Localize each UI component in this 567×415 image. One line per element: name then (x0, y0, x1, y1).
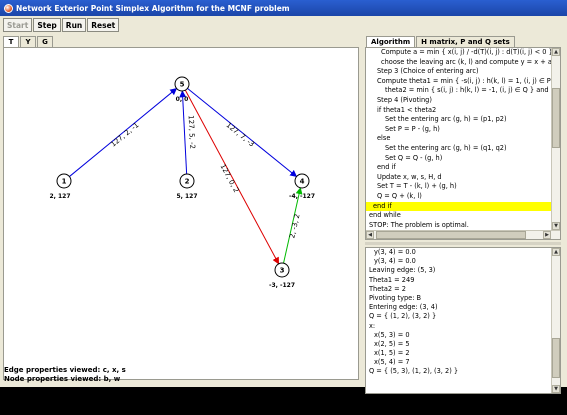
output-line: x(1, 5) = 2 (374, 349, 410, 358)
node-id-5: 5 (180, 81, 185, 89)
edge-label-5-4: 127, 7, -3 (224, 121, 255, 148)
output-line: x(5, 3) = 0 (374, 330, 410, 339)
output-line: Entering edge: (3, 4) (369, 303, 438, 312)
output-vertical-scrollbar[interactable]: ▲ ▼ (551, 248, 560, 393)
output-line: x(2, 5) = 5 (374, 339, 410, 348)
algorithm-line: end if (377, 163, 396, 172)
tab-y[interactable]: Y (20, 36, 36, 47)
node-label-1: 2, 127 (49, 193, 70, 200)
network-graph: 127, 2, -1 127, 5, -2 127, 7, -3 127, 0, 2 2… (49, 76, 315, 289)
algorithm-line: Compute theta1 = min { -s(i, j) : h(k, l… (377, 76, 558, 85)
algorithm-line: choose the leaving arc (k, l) and comput… (381, 57, 557, 66)
output-log: y(3, 4) = 0.0 y(3, 4) = 0.0 Leaving edge: … (366, 248, 560, 377)
algorithm-panel[interactable]: Compute a = min { x(i, j) / -d(T)(i, j) … (365, 47, 561, 240)
algorithm-line: end while (369, 211, 401, 220)
algorithm-line: if theta1 < theta2 (377, 105, 437, 114)
info-tabs: Algorithm H matrix, P and Q sets (366, 36, 515, 47)
output-line: x(5, 4) = 7 (374, 358, 410, 367)
output-line: Leaving edge: (5, 3) (369, 266, 436, 275)
tab-algorithm[interactable]: Algorithm (366, 36, 416, 47)
scroll-left-icon[interactable]: ◀ (366, 231, 374, 239)
algorithm-line: Set Q = Q - (g, h) (385, 153, 443, 162)
app-icon (4, 3, 13, 13)
scroll-up-icon[interactable]: ▲ (552, 248, 560, 256)
toolbar: Start Step Run Reset (3, 18, 120, 32)
node-id-1: 1 (62, 178, 67, 186)
edge-2-5[interactable] (179, 90, 188, 175)
node-properties-status: Node properties viewed: b, w (4, 375, 121, 383)
output-line: Theta1 = 249 (369, 275, 415, 284)
output-line: Theta2 = 2 (369, 284, 406, 293)
algorithm-code: Compute a = min { x(i, j) / -d(T)(i, j) … (366, 48, 560, 239)
output-line: Q = { (1, 2), (3, 2) } (369, 312, 437, 321)
edge-label-2-5: 127, 5, -2 (187, 115, 197, 149)
algorithm-line: Set P = P - (g, h) (385, 124, 440, 133)
output-line: y(3, 4) = 0.0 (374, 257, 416, 266)
algorithm-line: Set the entering arc (g, h) = (q1, q2) (385, 143, 507, 152)
algorithm-line: Update x, w, s, H, d (377, 172, 442, 181)
graph-view-tabs: T Y G (3, 36, 53, 47)
output-line: Q = { (5, 3), (1, 2), (3, 2) } (369, 367, 459, 376)
window-title: Network Exterior Point Simplex Algorithm… (16, 3, 290, 13)
algorithm-line: Compute a = min { x(i, j) / -d(T)(i, j) … (381, 48, 553, 56)
node-id-4: 4 (300, 178, 305, 186)
scroll-down-icon[interactable]: ▼ (552, 385, 560, 393)
algorithm-line: STOP: The problem is optimal. (369, 220, 469, 229)
tab-h-matrix[interactable]: H matrix, P and Q sets (416, 36, 515, 47)
scroll-thumb[interactable] (552, 88, 560, 148)
split-pane-divider[interactable] (365, 242, 561, 245)
edge-label-1-5: 127, 2, -1 (109, 121, 140, 149)
algorithm-line: Set T = T - (k, l) + (g, h) (377, 182, 457, 191)
algorithm-vertical-scrollbar[interactable]: ▲ ▼ (551, 48, 560, 239)
run-button[interactable]: Run (61, 18, 87, 32)
output-line: x: (369, 321, 376, 330)
start-button[interactable]: Start (3, 18, 33, 32)
node-label-2: 5, 127 (176, 193, 197, 200)
algorithm-line: Step 4 (Pivoting) (377, 95, 432, 104)
algorithm-line: Step 3 (Choice of entering arc) (377, 67, 479, 76)
edge-properties-status: Edge properties viewed: c, x, s (4, 366, 126, 374)
tab-t[interactable]: T (3, 36, 19, 47)
scroll-thumb[interactable] (552, 338, 560, 378)
tab-g[interactable]: G (37, 36, 53, 47)
scroll-up-icon[interactable]: ▲ (552, 48, 560, 56)
algorithm-horizontal-scrollbar[interactable]: ◀ ▶ (366, 230, 560, 239)
node-label-5: 0, 0 (176, 96, 189, 103)
algorithm-line: Q = Q + (k, l) (377, 191, 422, 200)
graph-canvas[interactable]: 127, 2, -1 127, 5, -2 127, 7, -3 127, 0, 2 2… (3, 47, 359, 380)
output-line: y(3, 4) = 0.0 (374, 248, 416, 256)
node-id-2: 2 (185, 178, 190, 186)
step-button[interactable]: Step (33, 18, 61, 32)
scroll-down-icon[interactable]: ▼ (552, 222, 560, 230)
node-label-3: -3, -127 (269, 282, 295, 289)
hscroll-thumb[interactable] (376, 231, 526, 239)
algorithm-line: else (377, 134, 391, 143)
main-window: Start Step Run Reset T Y G 127, 2, -1 127… (0, 16, 567, 394)
output-line: Pivoting type: B (369, 293, 422, 302)
reset-button[interactable]: Reset (87, 18, 120, 32)
title-bar: Network Exterior Point Simplex Algorithm… (0, 0, 567, 16)
node-id-3: 3 (280, 267, 285, 275)
output-log-panel[interactable]: y(3, 4) = 0.0 y(3, 4) = 0.0 Leaving edge: … (365, 247, 561, 394)
algorithm-line: end if (366, 201, 560, 212)
edge-label-3-4: 2, -3, 2 (288, 213, 301, 239)
edge-label-5-3: 127, 0, 2 (218, 163, 240, 194)
scroll-right-icon[interactable]: ▶ (543, 231, 551, 239)
algorithm-line: theta2 = min { s(i, j) : h(k, l) = -1, (… (385, 86, 560, 95)
algorithm-line: Set the entering arc (g, h) = (p1, p2) (385, 115, 507, 124)
node-label-4: -4, -127 (289, 193, 315, 200)
